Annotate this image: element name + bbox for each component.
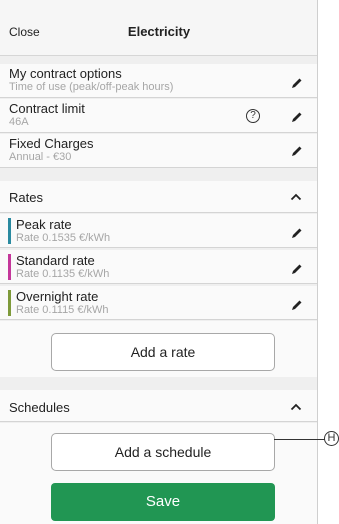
schedules-section-header[interactable]: Schedules: [0, 390, 317, 422]
callout-marker: H: [324, 431, 339, 446]
contract-options-row[interactable]: My contract options Time of use (peak/of…: [0, 64, 317, 98]
pencil-icon[interactable]: [290, 226, 304, 240]
rates-section-title: Rates: [9, 190, 43, 205]
rate-value: Rate 0.1135 €/kWh: [16, 268, 110, 280]
pencil-icon[interactable]: [290, 110, 304, 124]
save-button[interactable]: Save: [51, 483, 275, 521]
electricity-panel: Close Electricity My contract options Ti…: [0, 0, 318, 524]
pencil-icon[interactable]: [290, 298, 304, 312]
pencil-icon[interactable]: [290, 76, 304, 90]
schedules-section-title: Schedules: [9, 400, 70, 415]
rate-color-bar: [8, 290, 11, 316]
rate-color-bar: [8, 218, 11, 244]
add-rate-area: Add a rate: [0, 321, 317, 377]
rates-section-header[interactable]: Rates: [0, 181, 317, 213]
rate-row-overnight[interactable]: Overnight rate Rate 0.1115 €/kWh: [0, 286, 317, 320]
rate-value: Rate 0.1115 €/kWh: [16, 304, 109, 316]
fixed-charges-row[interactable]: Fixed Charges Annual - €30: [0, 134, 317, 168]
contract-limit-row[interactable]: Contract limit 46A ?: [0, 99, 317, 133]
fixed-charges-label: Fixed Charges: [9, 136, 94, 151]
contract-options-value: Time of use (peak/off-peak hours): [9, 81, 174, 93]
pencil-icon[interactable]: [290, 262, 304, 276]
rate-row-standard[interactable]: Standard rate Rate 0.1135 €/kWh: [0, 250, 317, 284]
add-rate-button[interactable]: Add a rate: [51, 333, 275, 371]
chevron-up-icon[interactable]: [289, 190, 303, 204]
pencil-icon[interactable]: [290, 144, 304, 158]
callout-line: [274, 439, 326, 440]
rate-label: Peak rate: [16, 217, 72, 232]
rate-label: Overnight rate: [16, 289, 99, 304]
rate-row-peak[interactable]: Peak rate Rate 0.1535 €/kWh: [0, 214, 317, 248]
contract-options-label: My contract options: [9, 66, 122, 81]
rate-color-bar: [8, 254, 11, 280]
rate-value: Rate 0.1535 €/kWh: [16, 232, 111, 244]
add-schedule-button[interactable]: Add a schedule: [51, 433, 275, 471]
chevron-up-icon[interactable]: [289, 400, 303, 414]
page-title: Electricity: [127, 24, 191, 39]
header: Close Electricity: [0, 0, 317, 56]
fixed-charges-value: Annual - €30: [9, 151, 72, 163]
contract-limit-value: 46A: [9, 116, 29, 128]
help-circle-icon[interactable]: ?: [246, 109, 260, 123]
rate-label: Standard rate: [16, 253, 95, 268]
contract-limit-label: Contract limit: [9, 101, 85, 116]
